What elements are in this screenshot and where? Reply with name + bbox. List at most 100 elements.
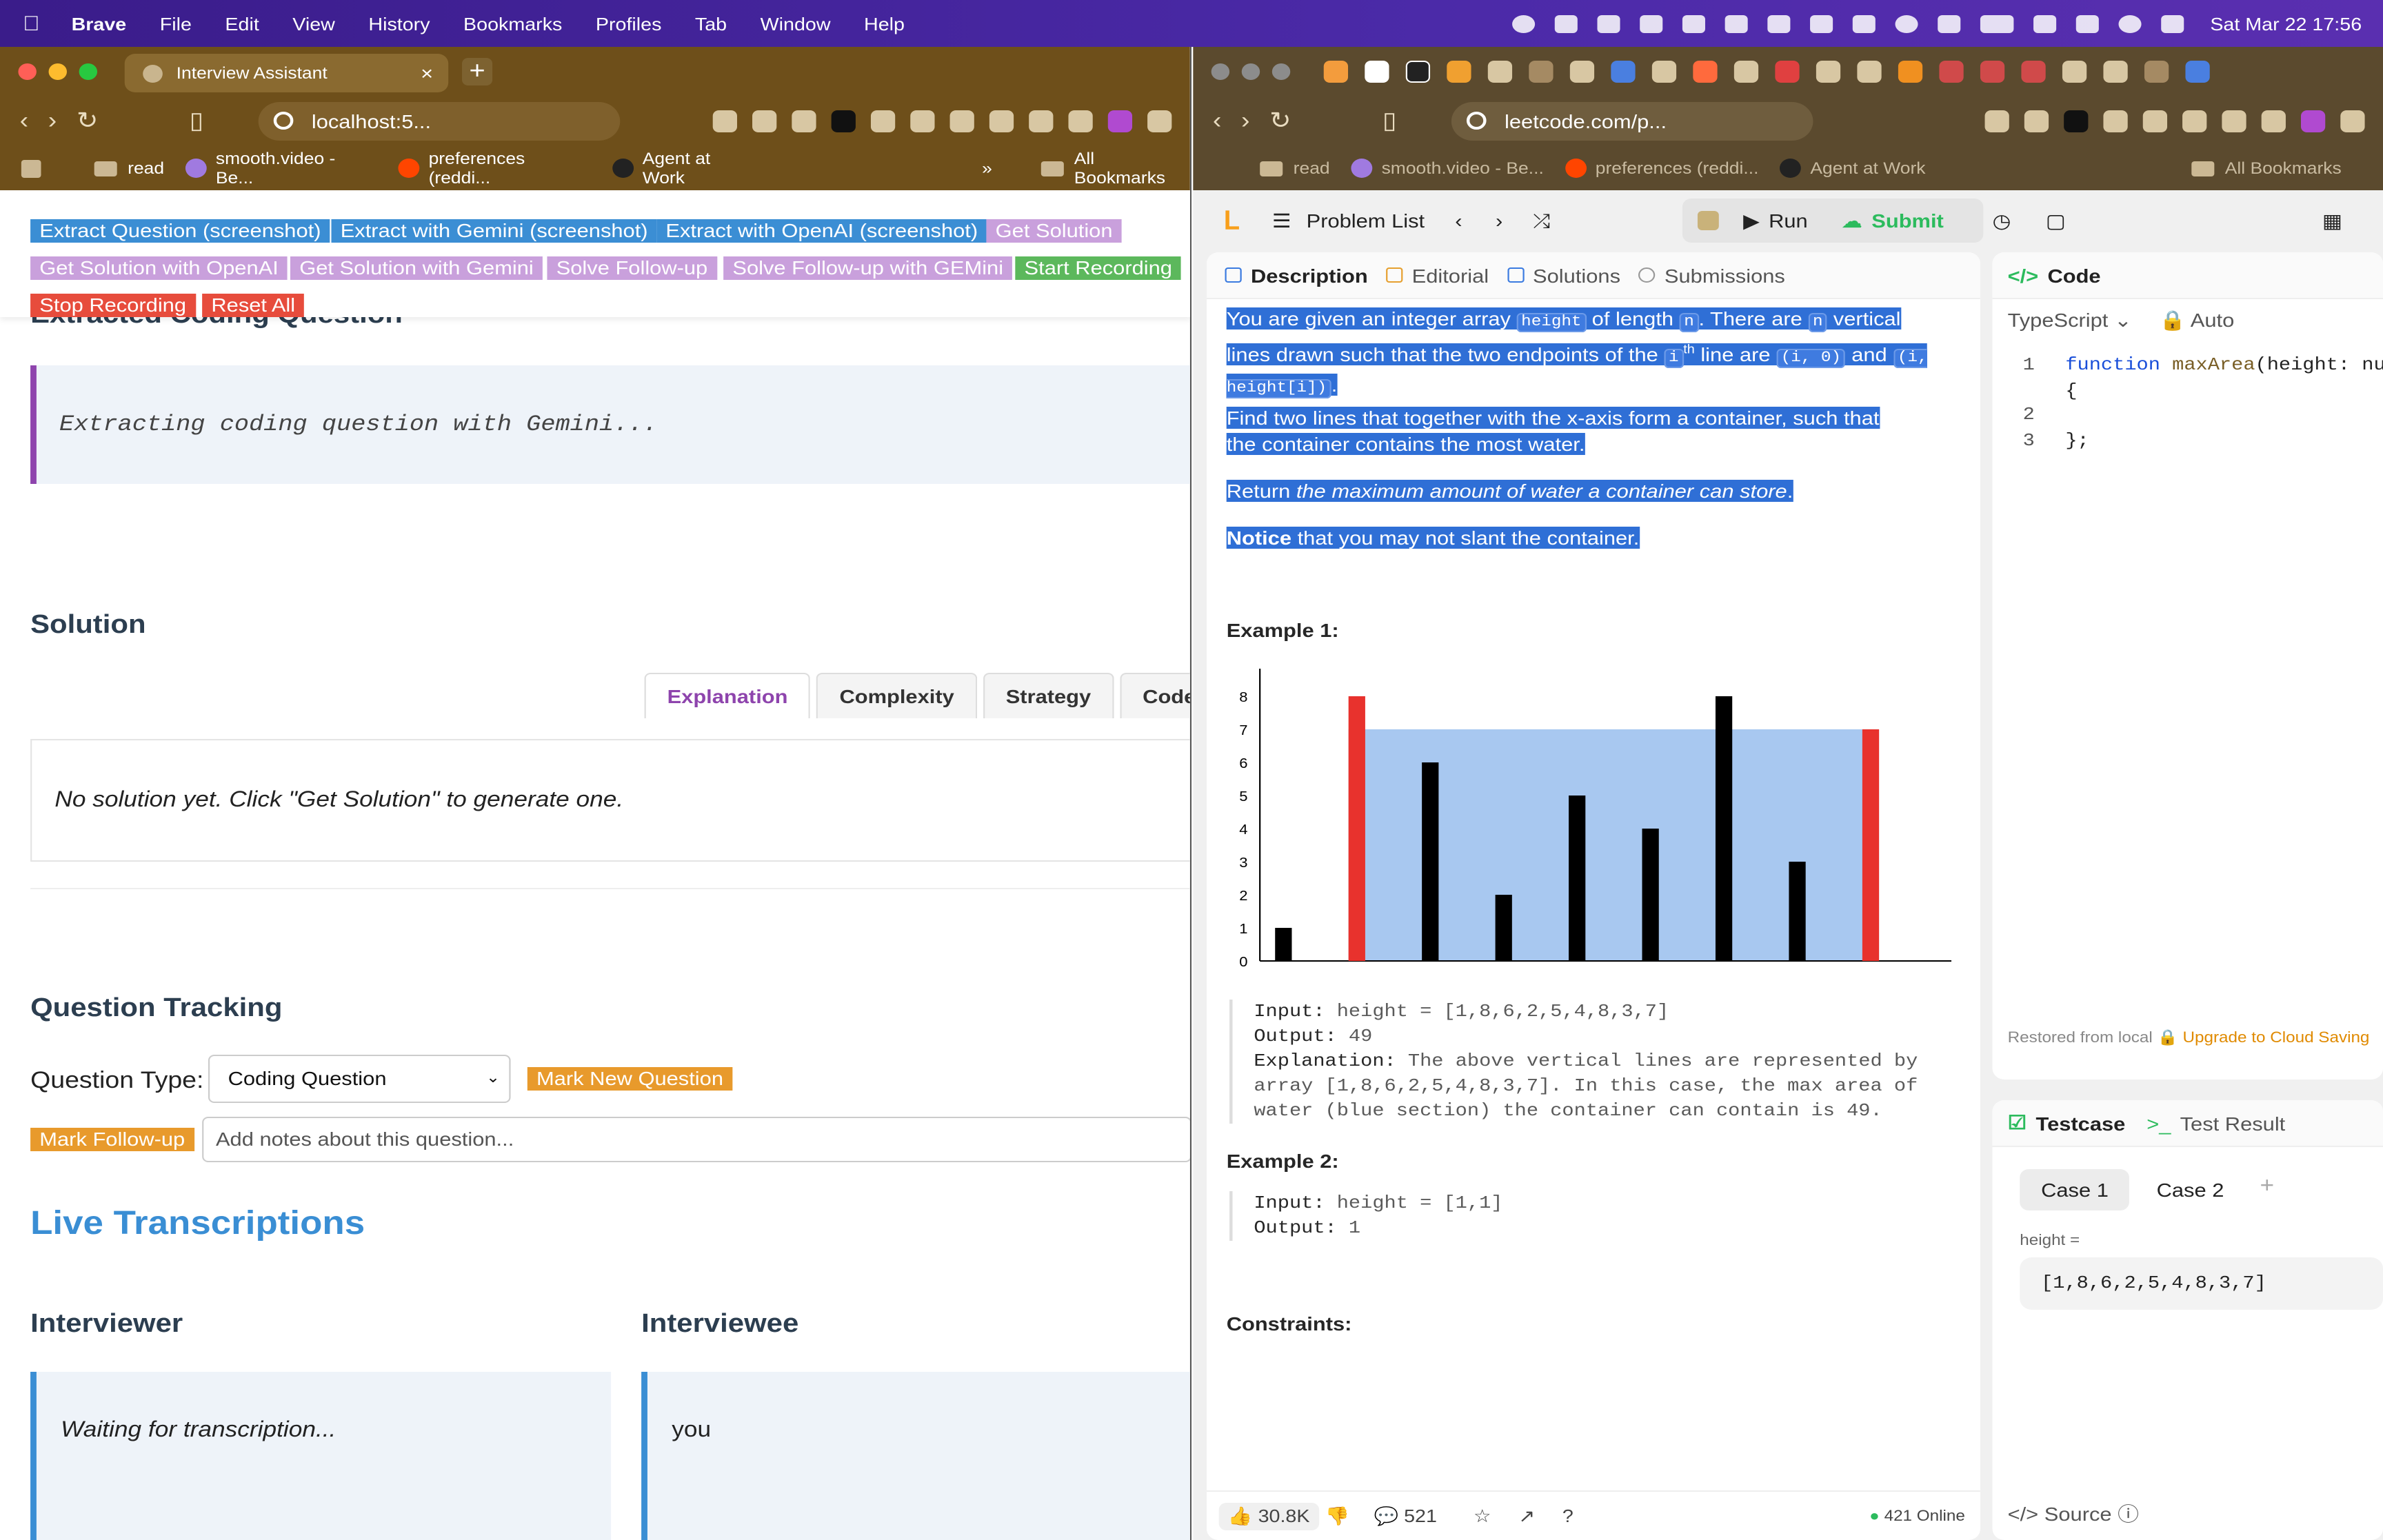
tab-test-result[interactable]: Test Result (2180, 1112, 2286, 1134)
bluetooth-icon[interactable] (1938, 14, 1961, 32)
bookmark-read[interactable]: read (94, 159, 164, 178)
forward-icon[interactable]: › (1241, 108, 1250, 135)
gmail-icon[interactable] (1775, 61, 1800, 83)
reset-all-button[interactable]: Reset All (202, 294, 305, 317)
google-icon[interactable] (1365, 61, 1389, 83)
play-icon[interactable] (1896, 14, 1919, 32)
prev-problem-icon[interactable]: ‹ (1455, 210, 1462, 232)
get-solution-gemini-button[interactable]: Get Solution with Gemini (290, 256, 543, 280)
zoom-window-button[interactable] (79, 63, 98, 80)
sidebar-icon[interactable] (949, 110, 974, 132)
tab-solutions[interactable]: Solutions (1507, 264, 1620, 286)
vlc-icon[interactable] (1555, 14, 1578, 32)
tab-favicon[interactable] (1980, 61, 2005, 83)
clock[interactable]: Sat Mar 22 17:56 (2210, 13, 2362, 34)
close-tab-icon[interactable]: × (421, 62, 433, 84)
tab-submissions[interactable]: Submissions (1638, 264, 1785, 286)
extract-gemini-button[interactable]: Extract with Gemini (screenshot) (331, 219, 657, 243)
more-bookmarks-icon[interactable]: » (982, 159, 992, 178)
music-icon[interactable] (910, 110, 935, 132)
run-button[interactable]: Run (1769, 210, 1808, 232)
language-select[interactable]: TypeScript ⌄ (2008, 308, 2132, 332)
shuffle-icon[interactable]: ⤮ (1533, 209, 1550, 232)
extension-icon[interactable] (712, 110, 737, 132)
menu-view[interactable]: View (292, 13, 335, 34)
notes-icon[interactable]: ▢ (2046, 210, 2066, 233)
all-bookmarks[interactable]: All Bookmarks (2191, 159, 2342, 178)
wallet-icon[interactable] (989, 110, 1014, 132)
bookmark-smooth-video[interactable]: smooth.video - Be... (1351, 159, 1544, 178)
debug-icon[interactable] (1697, 211, 1719, 230)
next-problem-icon[interactable]: › (1496, 210, 1502, 232)
tab-favicon[interactable] (1569, 61, 1595, 83)
tab-favicon[interactable] (1939, 61, 1964, 83)
extension-icon[interactable] (1029, 110, 1054, 132)
add-case-icon[interactable]: + (2260, 1175, 2274, 1199)
tab-favicon[interactable] (1487, 61, 1513, 83)
tab-favicon[interactable] (2185, 61, 2210, 83)
status-icon[interactable] (1640, 14, 1663, 32)
tab-favicon[interactable] (1857, 61, 1882, 83)
tab-favicon[interactable] (1323, 61, 1349, 83)
question-type-select[interactable]: Coding Question ⌄ (208, 1055, 511, 1103)
close-window-button[interactable] (1211, 63, 1230, 80)
layout-icon[interactable]: ▦ (2322, 210, 2342, 233)
extension-icon[interactable] (1984, 110, 2009, 132)
menu-window[interactable]: Window (761, 13, 831, 34)
minimize-window-button[interactable] (1241, 63, 1260, 80)
status-icon[interactable] (1682, 14, 1706, 32)
mark-new-question-button[interactable]: Mark New Question (527, 1067, 733, 1091)
tab-editorial[interactable]: Editorial (1386, 264, 1489, 286)
menu-profiles[interactable]: Profiles (596, 13, 662, 34)
tab-favicon[interactable] (1529, 61, 1554, 83)
shield-icon[interactable] (2261, 110, 2286, 132)
bookmark-icon[interactable]: ▯ (1382, 108, 1397, 135)
profile-icon[interactable] (2300, 110, 2326, 132)
metamask-icon[interactable] (2024, 110, 2049, 132)
bookmark-agent-at-work[interactable]: Agent at Work (612, 149, 757, 188)
butterfly-icon[interactable] (1598, 14, 1621, 32)
minimize-window-button[interactable] (48, 63, 67, 80)
extension-icon[interactable] (792, 110, 816, 132)
menu-edit[interactable]: Edit (225, 13, 259, 34)
wifi-icon[interactable] (2076, 14, 2100, 32)
apple-icon[interactable]:  (23, 12, 53, 35)
reload-icon[interactable]: ↻ (1269, 108, 1291, 135)
timer-icon[interactable]: ◷ (1993, 210, 2011, 233)
apps-icon[interactable] (21, 159, 52, 177)
comments-button[interactable]: 💬 521 (1374, 1505, 1437, 1527)
tab-favicon[interactable] (2103, 61, 2128, 83)
url-field[interactable]: localhost:5... (258, 102, 621, 141)
url-field[interactable]: leetcode.com/p... (1451, 102, 1813, 141)
like-button[interactable]: 👍 30.8K (1218, 1502, 1319, 1530)
auto-mode[interactable]: 🔒 Auto (2159, 308, 2234, 332)
site-info-icon[interactable] (273, 112, 294, 130)
leetcode-icon[interactable] (1447, 61, 1471, 83)
upgrade-cloud-link[interactable]: 🔒 Upgrade to Cloud Saving (2158, 1030, 2370, 1046)
tab-favicon[interactable] (2021, 61, 2046, 83)
wallet-icon[interactable] (2182, 110, 2207, 132)
forward-icon[interactable]: › (48, 108, 57, 135)
get-solution-openai-button[interactable]: Get Solution with OpenAI (30, 256, 288, 280)
calendar-icon[interactable] (1611, 61, 1636, 83)
extract-question-screenshot-button[interactable]: Extract Question (screenshot) (30, 219, 330, 243)
browser-tab-interview-assistant[interactable]: Interview Assistant × (124, 54, 449, 92)
tab-favicon[interactable] (1733, 61, 1759, 83)
close-window-button[interactable] (18, 63, 37, 80)
tab-explanation[interactable]: Explanation (644, 673, 811, 718)
amazon-icon[interactable] (1898, 61, 1923, 83)
back-icon[interactable]: ‹ (1213, 108, 1222, 135)
start-recording-button[interactable]: Start Recording (1015, 256, 1182, 280)
tab-testcase[interactable]: Testcase (2036, 1112, 2126, 1134)
back-icon[interactable]: ‹ (20, 108, 29, 135)
metamask-icon[interactable] (752, 110, 777, 132)
bookmark-smooth-video[interactable]: smooth.video - Be... (185, 149, 377, 188)
new-tab-button[interactable]: + (462, 58, 493, 85)
status-icon[interactable] (1512, 14, 1536, 32)
tab-code[interactable]: Code (1120, 673, 1190, 718)
all-bookmarks[interactable]: All Bookmarks (1040, 149, 1189, 188)
problem-list-link[interactable]: Problem List (1307, 210, 1425, 232)
leetcode-logo-icon[interactable]: ᒪ (1223, 206, 1238, 235)
puzzle-icon[interactable] (870, 110, 896, 132)
height-input[interactable]: [1,8,6,2,5,4,8,3,7] (2020, 1257, 2383, 1310)
